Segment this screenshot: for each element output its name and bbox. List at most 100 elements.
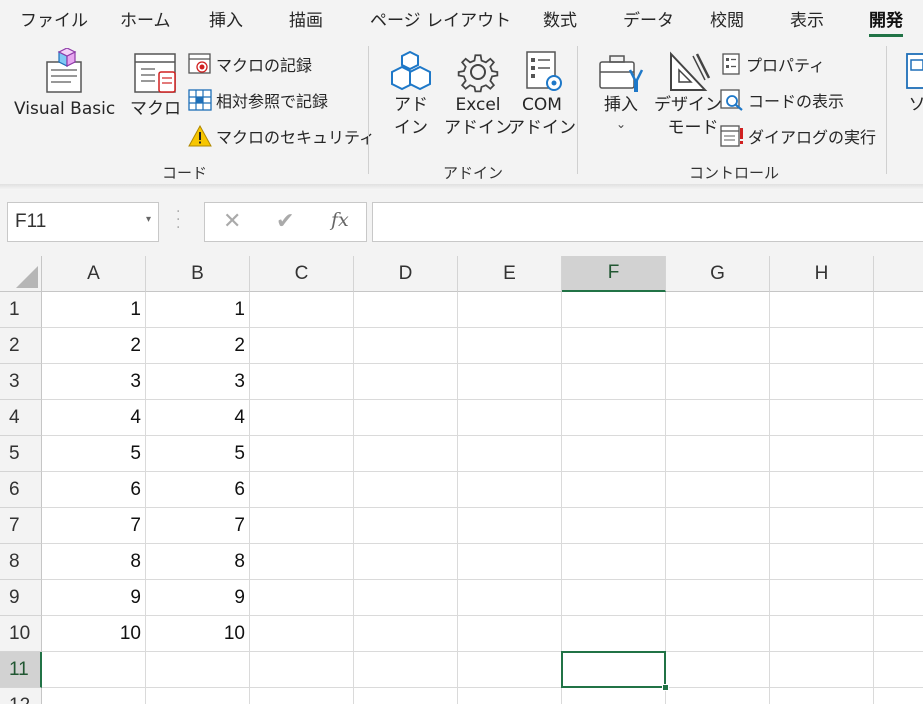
cell-f6[interactable] xyxy=(562,472,666,508)
cell-g9[interactable] xyxy=(666,580,770,616)
cell-b5[interactable]: 5 xyxy=(146,436,250,472)
cell-d5[interactable] xyxy=(354,436,458,472)
cell-i6[interactable] xyxy=(874,472,923,508)
cell-g6[interactable] xyxy=(666,472,770,508)
cell-a10[interactable]: 10 xyxy=(42,616,146,652)
cell-i3[interactable] xyxy=(874,364,923,400)
cell-c10[interactable] xyxy=(250,616,354,652)
cell-e4[interactable] xyxy=(458,400,562,436)
cell-h9[interactable] xyxy=(770,580,874,616)
cell-h10[interactable] xyxy=(770,616,874,652)
cell-c11[interactable] xyxy=(250,652,354,688)
cell-g10[interactable] xyxy=(666,616,770,652)
cell-e10[interactable] xyxy=(458,616,562,652)
row-header-1[interactable]: 1 xyxy=(0,292,42,328)
cell-c1[interactable] xyxy=(250,292,354,328)
cell-h6[interactable] xyxy=(770,472,874,508)
cell-d3[interactable] xyxy=(354,364,458,400)
cell-e2[interactable] xyxy=(458,328,562,364)
cell-b1[interactable]: 1 xyxy=(146,292,250,328)
cell-g1[interactable] xyxy=(666,292,770,328)
design-mode-button[interactable]: デザイン モード xyxy=(654,50,722,140)
run-dialog-button[interactable]: ダイアログの実行 xyxy=(720,124,876,148)
cell-i1[interactable] xyxy=(874,292,923,328)
cell-d4[interactable] xyxy=(354,400,458,436)
row-header-7[interactable]: 7 xyxy=(0,508,42,544)
cell-i9[interactable] xyxy=(874,580,923,616)
tab-file[interactable]: ファイル xyxy=(20,6,88,31)
view-code-button[interactable]: コードの表示 xyxy=(720,88,844,112)
cell-b7[interactable]: 7 xyxy=(146,508,250,544)
tab-formulas[interactable]: 数式 xyxy=(543,6,577,31)
cell-f5[interactable] xyxy=(562,436,666,472)
cell-f1[interactable] xyxy=(562,292,666,328)
cell-i5[interactable] xyxy=(874,436,923,472)
row-header-8[interactable]: 8 xyxy=(0,544,42,580)
cell-c4[interactable] xyxy=(250,400,354,436)
record-macro-button[interactable]: マクロの記録 xyxy=(188,52,312,76)
addins-button[interactable]: アド イン xyxy=(388,50,434,140)
cell-e3[interactable] xyxy=(458,364,562,400)
cell-f3[interactable] xyxy=(562,364,666,400)
cell-b6[interactable]: 6 xyxy=(146,472,250,508)
dropdown-arrow-icon[interactable]: ▾ xyxy=(146,214,151,225)
cell-f10[interactable] xyxy=(562,616,666,652)
cell-c3[interactable] xyxy=(250,364,354,400)
column-header-e[interactable]: E xyxy=(458,256,562,292)
cell-i8[interactable] xyxy=(874,544,923,580)
cell-d6[interactable] xyxy=(354,472,458,508)
cell-a7[interactable]: 7 xyxy=(42,508,146,544)
select-all-button[interactable] xyxy=(0,256,42,292)
insert-function-icon[interactable]: fx xyxy=(331,209,349,231)
macro-button[interactable]: マクロ xyxy=(130,52,181,121)
column-header-f[interactable]: F xyxy=(562,256,666,292)
cell-f9[interactable] xyxy=(562,580,666,616)
cell-h8[interactable] xyxy=(770,544,874,580)
cell-a6[interactable]: 6 xyxy=(42,472,146,508)
cell-d10[interactable] xyxy=(354,616,458,652)
cell-d9[interactable] xyxy=(354,580,458,616)
excel-addins-button[interactable]: Excel アドイン xyxy=(444,50,512,140)
cell-a1[interactable]: 1 xyxy=(42,292,146,328)
cell-b2[interactable]: 2 xyxy=(146,328,250,364)
column-header-c[interactable]: C xyxy=(250,256,354,292)
cell-h3[interactable] xyxy=(770,364,874,400)
cell-e12[interactable] xyxy=(458,688,562,704)
formula-bar-splitter[interactable]: · · · xyxy=(176,205,180,235)
cell-e8[interactable] xyxy=(458,544,562,580)
cell-i2[interactable] xyxy=(874,328,923,364)
cancel-icon[interactable]: ✕ xyxy=(223,209,241,234)
properties-button[interactable]: プロパティ xyxy=(720,52,825,76)
insert-control-button[interactable]: 挿入 ⌄ xyxy=(596,52,646,131)
tab-draw[interactable]: 描画 xyxy=(289,6,323,31)
formula-input[interactable] xyxy=(372,202,923,242)
cell-e5[interactable] xyxy=(458,436,562,472)
cell-i10[interactable] xyxy=(874,616,923,652)
cell-c9[interactable] xyxy=(250,580,354,616)
enter-icon[interactable]: ✔ xyxy=(276,209,294,234)
cell-a4[interactable]: 4 xyxy=(42,400,146,436)
cell-d11[interactable] xyxy=(354,652,458,688)
cell-f2[interactable] xyxy=(562,328,666,364)
cell-h4[interactable] xyxy=(770,400,874,436)
cell-d2[interactable] xyxy=(354,328,458,364)
cell-a8[interactable]: 8 xyxy=(42,544,146,580)
cell-g5[interactable] xyxy=(666,436,770,472)
cell-e11[interactable] xyxy=(458,652,562,688)
cell-d1[interactable] xyxy=(354,292,458,328)
tab-view[interactable]: 表示 xyxy=(790,6,824,31)
cell-d7[interactable] xyxy=(354,508,458,544)
cell-a5[interactable]: 5 xyxy=(42,436,146,472)
column-header-a[interactable]: A xyxy=(42,256,146,292)
row-header-6[interactable]: 6 xyxy=(0,472,42,508)
cell-e6[interactable] xyxy=(458,472,562,508)
com-addins-button[interactable]: COM アドイン xyxy=(508,50,576,140)
cell-a2[interactable]: 2 xyxy=(42,328,146,364)
row-header-4[interactable]: 4 xyxy=(0,400,42,436)
row-header-11[interactable]: 11 xyxy=(0,652,42,688)
cell-i4[interactable] xyxy=(874,400,923,436)
row-header-10[interactable]: 10 xyxy=(0,616,42,652)
row-header-3[interactable]: 3 xyxy=(0,364,42,400)
tab-data[interactable]: データ xyxy=(623,6,674,31)
cell-f7[interactable] xyxy=(562,508,666,544)
